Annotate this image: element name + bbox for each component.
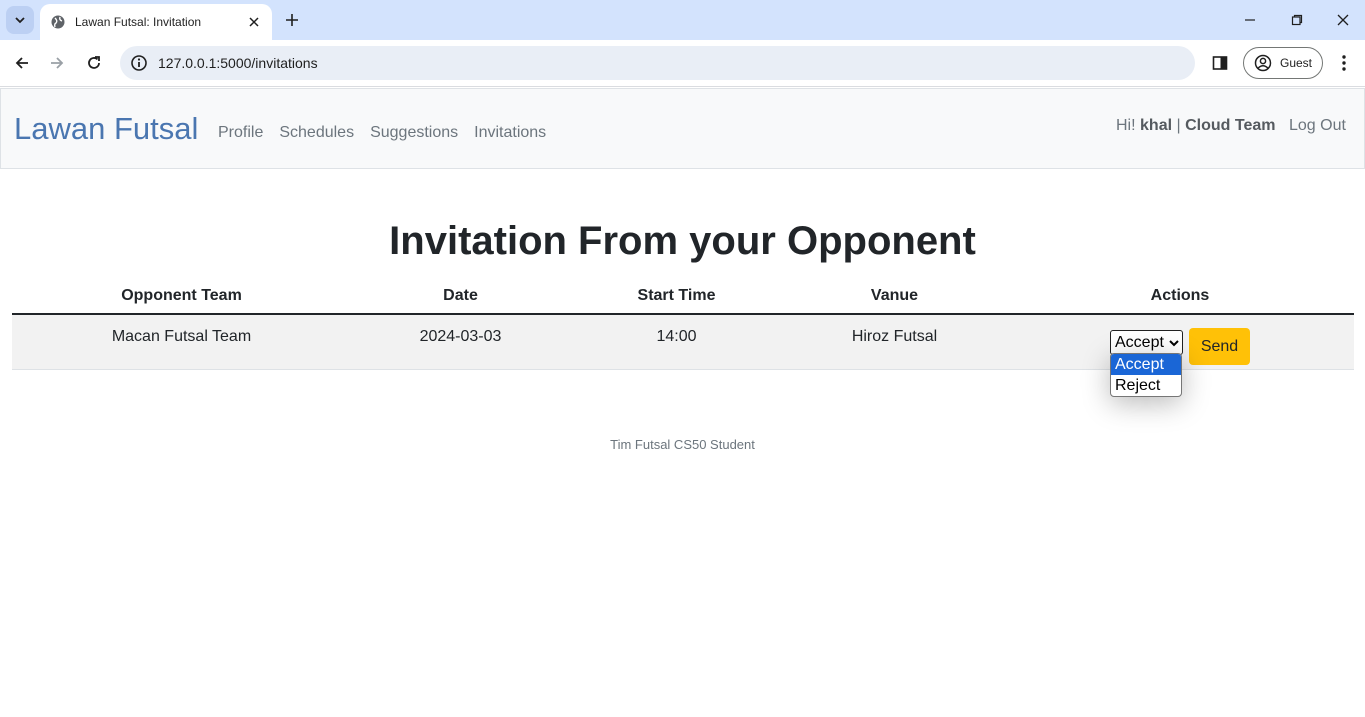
greeting-prefix: Hi! bbox=[1116, 117, 1136, 134]
chevron-down-icon bbox=[15, 17, 25, 24]
chevron-down-icon bbox=[1169, 339, 1179, 346]
action-dropdown-list: Accept Reject bbox=[1110, 353, 1182, 397]
cell-start-time: 14:00 bbox=[570, 314, 783, 370]
account-circle-icon bbox=[1254, 54, 1272, 72]
close-tab-icon[interactable] bbox=[246, 14, 262, 30]
browser-menu-button[interactable] bbox=[1334, 51, 1354, 75]
reload-icon bbox=[88, 56, 100, 69]
header-date: Date bbox=[351, 279, 570, 315]
team-name: Cloud Team bbox=[1185, 117, 1276, 134]
back-button[interactable] bbox=[9, 50, 35, 76]
page-title: Invitation From your Opponent bbox=[389, 219, 976, 263]
header-venue: Vanue bbox=[783, 279, 1006, 315]
url-text: 127.0.0.1:5000/invitations bbox=[158, 55, 318, 71]
nav-link-profile[interactable]: Profile bbox=[218, 124, 263, 142]
minimize-button[interactable] bbox=[1238, 8, 1262, 32]
side-panel-icon bbox=[1212, 56, 1228, 70]
arrow-right-icon bbox=[51, 57, 64, 69]
browser-tabstrip: Lawan Futsal: Invitation bbox=[0, 0, 1365, 40]
nav-links: Profile Schedules Suggestions Invitation… bbox=[218, 124, 546, 142]
restore-icon bbox=[1291, 14, 1303, 26]
restore-button[interactable] bbox=[1285, 8, 1309, 32]
cell-date: 2024-03-03 bbox=[351, 314, 570, 370]
profile-label: Guest bbox=[1280, 56, 1313, 70]
header-actions: Actions bbox=[1006, 279, 1354, 315]
info-icon[interactable] bbox=[130, 54, 148, 72]
nav-link-suggestions[interactable]: Suggestions bbox=[370, 124, 458, 142]
header-opponent-team: Opponent Team bbox=[12, 279, 351, 315]
tab-title: Lawan Futsal: Invitation bbox=[75, 15, 202, 29]
action-select-value: Accept bbox=[1115, 333, 1164, 351]
send-button[interactable]: Send bbox=[1189, 328, 1250, 365]
close-icon bbox=[1337, 14, 1349, 26]
page-footer: Tim Futsal CS50 Student bbox=[610, 437, 755, 452]
table-header-row: Opponent Team Date Start Time Vanue Acti… bbox=[12, 279, 1354, 315]
greeting-separator: | bbox=[1176, 117, 1181, 134]
close-window-button[interactable] bbox=[1331, 8, 1355, 32]
minimize-icon bbox=[1245, 19, 1255, 21]
arrow-left-icon bbox=[15, 57, 28, 69]
reload-button[interactable] bbox=[81, 50, 107, 76]
more-vert-icon bbox=[1342, 55, 1346, 71]
nav-link-schedules[interactable]: Schedules bbox=[279, 124, 354, 142]
browser-toolbar: 127.0.0.1:5000/invitations Guest bbox=[0, 40, 1365, 87]
nav-link-invitations[interactable]: Invitations bbox=[474, 124, 546, 142]
header-start-time: Start Time bbox=[570, 279, 783, 315]
globe-icon bbox=[50, 14, 66, 30]
cell-opponent: Macan Futsal Team bbox=[12, 314, 351, 370]
forward-button[interactable] bbox=[44, 50, 70, 76]
browser-tab-active[interactable]: Lawan Futsal: Invitation bbox=[40, 4, 272, 40]
side-panel-button[interactable] bbox=[1208, 51, 1232, 75]
brand-logo[interactable]: Lawan Futsal bbox=[14, 111, 198, 147]
dropdown-option-reject[interactable]: Reject bbox=[1111, 375, 1181, 396]
site-navbar: Lawan Futsal Profile Schedules Suggestio… bbox=[0, 88, 1365, 169]
address-bar[interactable]: 127.0.0.1:5000/invitations bbox=[120, 46, 1195, 80]
username: khal bbox=[1140, 117, 1173, 134]
logout-link[interactable]: Log Out bbox=[1289, 117, 1346, 135]
dropdown-option-accept[interactable]: Accept bbox=[1111, 354, 1181, 375]
action-select[interactable]: Accept bbox=[1110, 330, 1183, 355]
new-tab-button[interactable] bbox=[280, 8, 304, 32]
profile-button[interactable]: Guest bbox=[1243, 47, 1323, 79]
plus-icon bbox=[286, 14, 298, 26]
user-greeting: Hi! khal | Cloud Team bbox=[1116, 117, 1275, 135]
cell-venue: Hiroz Futsal bbox=[783, 314, 1006, 370]
tab-search-button[interactable] bbox=[6, 6, 34, 34]
